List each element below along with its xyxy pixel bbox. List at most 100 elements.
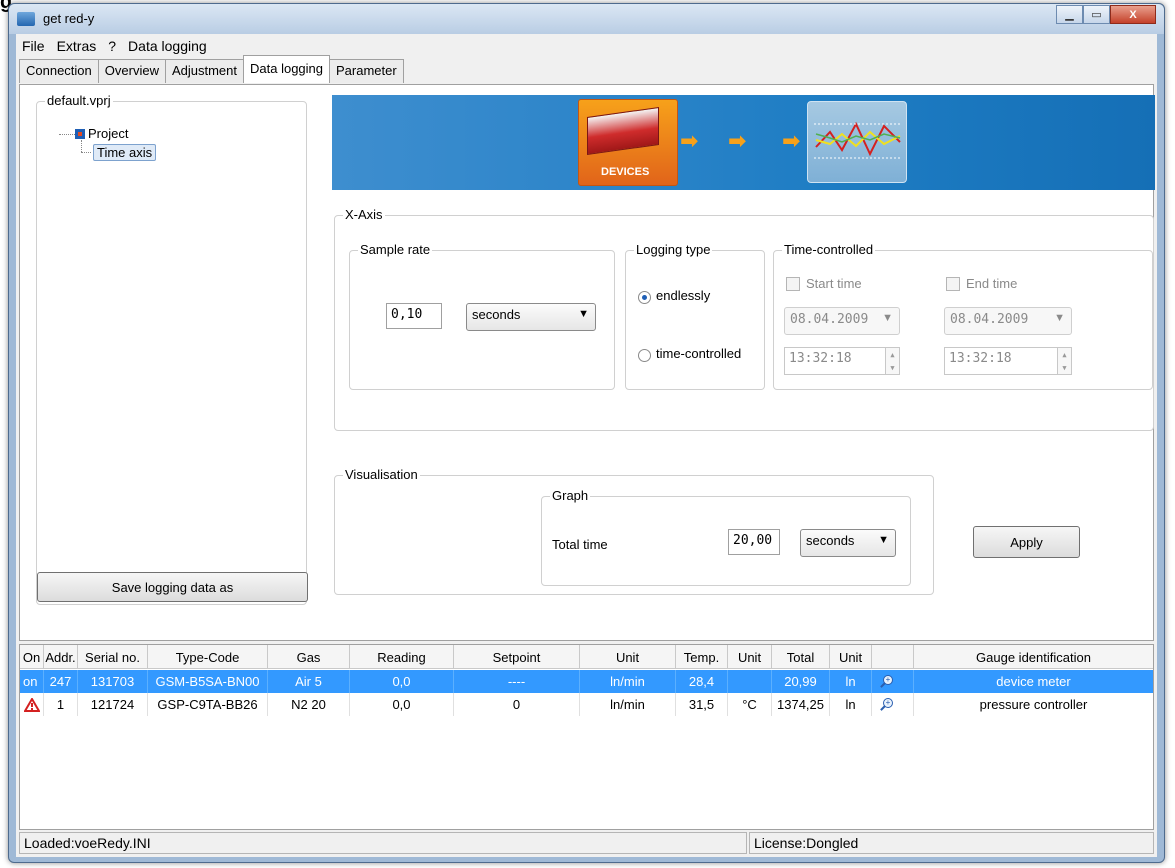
start-time-spinner[interactable]: 13:32:18 ▲ ▼ [784, 347, 900, 375]
radio-time-controlled-label[interactable]: time-controlled [656, 346, 741, 361]
arrow-icon-1: ➡ [680, 128, 699, 153]
col-temp-unit[interactable]: Unit [728, 645, 772, 669]
end-time-label: End time [966, 276, 1018, 291]
save-logging-data-button[interactable]: Save logging data as [37, 572, 308, 602]
row-type-code: GSM-B5SA-BN00 [148, 670, 268, 693]
data-logging-page: default.vprj Project Time axis Save logg… [19, 84, 1155, 641]
col-on[interactable]: On [20, 645, 44, 669]
tab-connection[interactable]: Connection [19, 59, 99, 83]
graph-lines-icon [814, 121, 902, 159]
end-time-spinner[interactable]: 13:32:18 ▲ ▼ [944, 347, 1072, 375]
end-time-checkbox[interactable] [946, 277, 960, 291]
row-on-status [20, 693, 44, 716]
menu-data-logging[interactable]: Data logging [122, 38, 213, 54]
arrow-icon-3: ➡ [782, 128, 801, 153]
apply-button[interactable]: Apply [973, 526, 1080, 558]
x-axis-group: X-Axis Sample rate 0,10 seconds ▼ Loggin… [334, 207, 1154, 431]
col-temp[interactable]: Temp. [676, 645, 728, 669]
row-total-unit: ln [830, 693, 872, 716]
end-date-value: 08.04.2009 [950, 312, 1029, 327]
tree-connector [59, 134, 75, 135]
row-unit: ln/min [580, 670, 676, 693]
x-axis-legend: X-Axis [343, 207, 385, 222]
sample-rate-input[interactable]: 0,10 [386, 303, 442, 329]
tab-adjustment[interactable]: Adjustment [164, 59, 245, 83]
sample-rate-group: Sample rate 0,10 seconds ▼ [349, 242, 615, 390]
project-panel: default.vprj Project Time axis Save logg… [36, 93, 308, 605]
logging-type-legend: Logging type [634, 242, 713, 257]
time-controlled-legend: Time-controlled [782, 242, 876, 257]
magnifier-icon[interactable]: + [880, 697, 894, 712]
col-unit[interactable]: Unit [580, 645, 676, 669]
close-button[interactable]: X [1110, 5, 1156, 24]
arrow-icon-2: ➡ [728, 128, 747, 153]
start-date-picker[interactable]: 08.04.2009 ▼ [784, 307, 900, 335]
row-gas: Air 5 [268, 670, 350, 693]
col-total-unit[interactable]: Unit [830, 645, 872, 669]
project-node-icon [75, 129, 85, 139]
project-file-legend: default.vprj [45, 93, 113, 108]
start-time-checkbox[interactable] [786, 277, 800, 291]
row-reading: 0,0 [350, 693, 454, 716]
time-controlled-group: Time-controlled Start time End time 08.0… [773, 242, 1153, 390]
row-addr: 1 [44, 693, 78, 716]
status-loaded-file: Loaded:voeRedy.INI [19, 832, 747, 854]
row-temp-unit: °C [728, 693, 772, 716]
col-gas[interactable]: Gas [268, 645, 350, 669]
tab-parameter[interactable]: Parameter [329, 59, 404, 83]
table-row[interactable]: on 247 131703 GSM-B5SA-BN00 Air 5 0,0 --… [20, 670, 1153, 693]
chevron-down-icon: ▼ [578, 308, 589, 320]
menu-help[interactable]: ? [102, 38, 122, 54]
col-inspect[interactable] [872, 645, 914, 669]
sample-rate-unit-value: seconds [472, 307, 521, 322]
sample-rate-unit-select[interactable]: seconds ▼ [466, 303, 596, 331]
row-inspect[interactable]: + [872, 670, 914, 693]
col-gauge-identification[interactable]: Gauge identification [914, 645, 1153, 669]
row-temp-unit [728, 670, 772, 693]
visualisation-group: Visualisation Graph Total time 20,00 sec… [334, 467, 934, 595]
tree-item-project[interactable]: Project [88, 126, 128, 141]
spin-buttons[interactable]: ▲ ▼ [885, 348, 899, 374]
devices-graphic: DEVICES [578, 99, 678, 186]
magnifier-icon[interactable]: + [880, 674, 894, 689]
col-setpoint[interactable]: Setpoint [454, 645, 580, 669]
tab-data-logging[interactable]: Data logging [243, 55, 331, 83]
window-controls: ▁ ▭ X [1056, 5, 1156, 24]
menu-bar: File Extras ? Data logging [16, 34, 1157, 57]
maximize-button[interactable]: ▭ [1083, 5, 1110, 24]
sample-rate-legend: Sample rate [358, 242, 433, 257]
end-date-picker[interactable]: 08.04.2009 ▼ [944, 307, 1072, 335]
row-temp: 31,5 [676, 693, 728, 716]
radio-endlessly-label[interactable]: endlessly [656, 288, 710, 303]
total-time-label: Total time [552, 537, 608, 552]
total-time-unit-select[interactable]: seconds ▼ [800, 529, 896, 557]
row-total: 1374,25 [772, 693, 830, 716]
col-serial[interactable]: Serial no. [78, 645, 148, 669]
spin-buttons[interactable]: ▲ ▼ [1057, 348, 1071, 374]
col-reading[interactable]: Reading [350, 645, 454, 669]
start-time-value: 13:32:18 [789, 351, 852, 366]
col-addr[interactable]: Addr. [44, 645, 78, 669]
row-total: 20,99 [772, 670, 830, 693]
total-time-input[interactable]: 20,00 [728, 529, 780, 555]
row-total-unit: ln [830, 670, 872, 693]
radio-endlessly[interactable] [638, 291, 651, 304]
col-type-code[interactable]: Type-Code [148, 645, 268, 669]
row-reading: 0,0 [350, 670, 454, 693]
menu-file[interactable]: File [16, 38, 51, 54]
devices-table: On Addr. Serial no. Type-Code Gas Readin… [19, 644, 1154, 830]
devices-label: DEVICES [601, 166, 650, 178]
col-total[interactable]: Total [772, 645, 830, 669]
table-row[interactable]: 1 121724 GSP-C9TA-BB26 N2 20 0,0 0 ln/mi… [20, 693, 1153, 716]
menu-extras[interactable]: Extras [51, 38, 103, 54]
row-inspect[interactable]: + [872, 693, 914, 716]
tree-item-time-axis[interactable]: Time axis [93, 144, 157, 161]
tab-overview[interactable]: Overview [97, 59, 166, 83]
minimize-button[interactable]: ▁ [1056, 5, 1083, 24]
title-bar[interactable]: get red-y ▁ ▭ X [9, 4, 1164, 34]
logging-type-group: Logging type endlessly time-controlled [625, 242, 765, 390]
row-addr: 247 [44, 670, 78, 693]
row-gas: N2 20 [268, 693, 350, 716]
radio-time-controlled[interactable] [638, 349, 651, 362]
client-area: File Extras ? Data logging Connection Ov… [16, 34, 1157, 857]
